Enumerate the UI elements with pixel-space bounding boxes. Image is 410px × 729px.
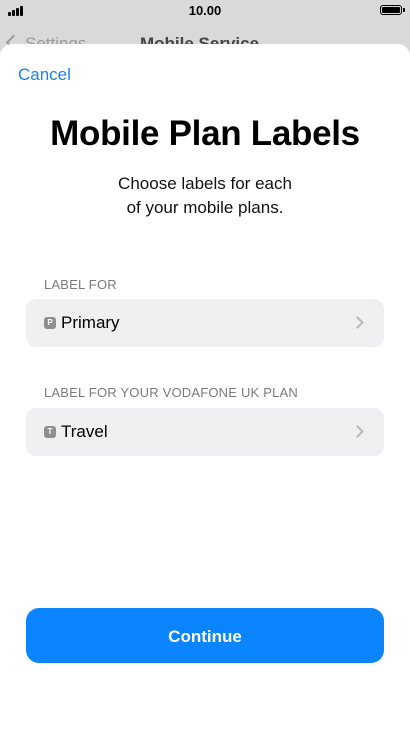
status-time: 10.00	[188, 3, 222, 18]
cancel-button[interactable]: Cancel	[18, 65, 71, 85]
section-label-vodafone-uk: LABEL FOR YOUR VODAFONE UK PLAN	[44, 385, 298, 400]
plan-label-primary: Primary	[61, 313, 120, 332]
plan-row-primary[interactable]: P Primary	[26, 299, 384, 347]
continue-button[interactable]: Continue	[26, 608, 384, 663]
plan-label-travel: Travel	[61, 422, 108, 441]
section-label-label-for: LABEL FOR	[44, 277, 117, 292]
subtitle-line-2: of your mobile plans.	[126, 198, 284, 217]
subtitle-line-1: Choose labels for each	[118, 174, 292, 193]
chevron-right-icon	[351, 316, 364, 329]
page-subtitle: Choose labels for each of your mobile pl…	[0, 172, 410, 220]
page-title: Mobile Plan Labels	[50, 114, 360, 153]
status-bar: 10.00	[0, 0, 410, 22]
mobile-plan-labels-sheet: Cancel Mobile Plan Labels Choose labels …	[0, 44, 410, 729]
plan-badge-p-icon: P	[44, 317, 56, 329]
screen: 10.00 Settings Mobile Service Cancel Mob…	[0, 0, 410, 729]
chevron-right-icon	[351, 425, 364, 438]
battery-icon	[380, 5, 405, 15]
plan-badge-t-icon: T	[44, 426, 56, 438]
plan-row-travel[interactable]: T Travel	[26, 408, 384, 456]
